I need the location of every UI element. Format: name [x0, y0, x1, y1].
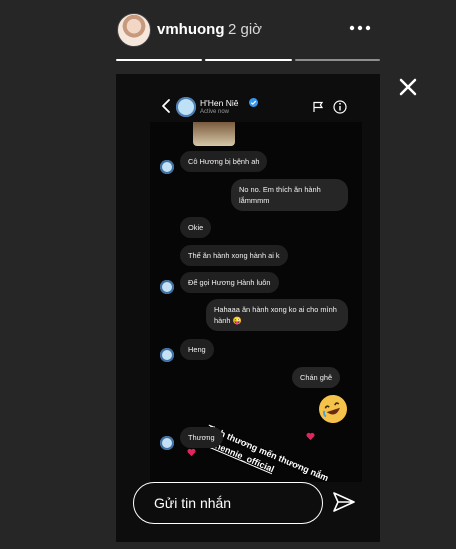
message-bubble: Thương: [180, 427, 223, 448]
back-arrow-icon: [162, 99, 170, 113]
more-options-icon[interactable]: [348, 18, 372, 36]
progress-segment-2: [205, 59, 292, 61]
story-progress-bar: [116, 59, 380, 63]
heart-reaction-icon: [187, 448, 196, 457]
progress-segment-1: [116, 59, 202, 61]
shared-photo-thumbnail: [193, 122, 235, 146]
contact-avatar-small: [160, 280, 174, 294]
contact-avatar-small: [160, 348, 174, 362]
message-bubble: Chán ghê: [292, 367, 341, 388]
text-sticker: Tình thương mến thương nắm @hhennie_offi…: [200, 422, 345, 482]
avatar[interactable]: [117, 13, 151, 47]
contact-avatar: [176, 97, 196, 117]
message-bubble: Heng: [180, 339, 214, 360]
reply-input[interactable]: Gửi tin nhắn: [133, 482, 323, 524]
heart-icon: [306, 432, 315, 441]
contact-avatar-small: [160, 436, 174, 450]
verified-badge-icon: [249, 98, 258, 107]
dm-header: H'Hen Niê Active now: [116, 90, 380, 124]
contact-name: H'Hen Niê: [200, 98, 239, 108]
contact-avatar-small: [160, 160, 174, 174]
contact-status: Active now: [200, 109, 230, 115]
progress-segment-3: [295, 59, 380, 61]
story-content[interactable]: H'Hen Niê Active now Cô Hương bị bệnh ah…: [116, 74, 380, 542]
message-bubble: Thế ăn hành xong hành ai k: [180, 245, 288, 266]
message-bubble: No no. Em thích ăn hành lắmmmm: [231, 179, 348, 211]
story-time: 2 giờ: [228, 21, 263, 38]
message-bubble: Để gọi Hương Hành luôn: [180, 272, 279, 293]
dm-conversation: Cô Hương bị bệnh ah No no. Em thích ăn h…: [150, 122, 362, 482]
story-username[interactable]: vmhuong: [157, 21, 225, 38]
message-bubble: Okie: [180, 217, 212, 238]
message-bubble: Hahaaa ăn hành xong ko ai cho mình hành …: [206, 299, 348, 331]
info-icon: [333, 100, 347, 114]
close-icon[interactable]: [398, 77, 418, 97]
send-icon[interactable]: [332, 490, 356, 514]
reply-placeholder: Gửi tin nhắn: [154, 495, 232, 511]
message-bubble: Cô Hương bị bệnh ah: [180, 151, 268, 172]
flag-icon: [313, 101, 324, 112]
story-header: vmhuong 2 giờ: [0, 0, 456, 62]
